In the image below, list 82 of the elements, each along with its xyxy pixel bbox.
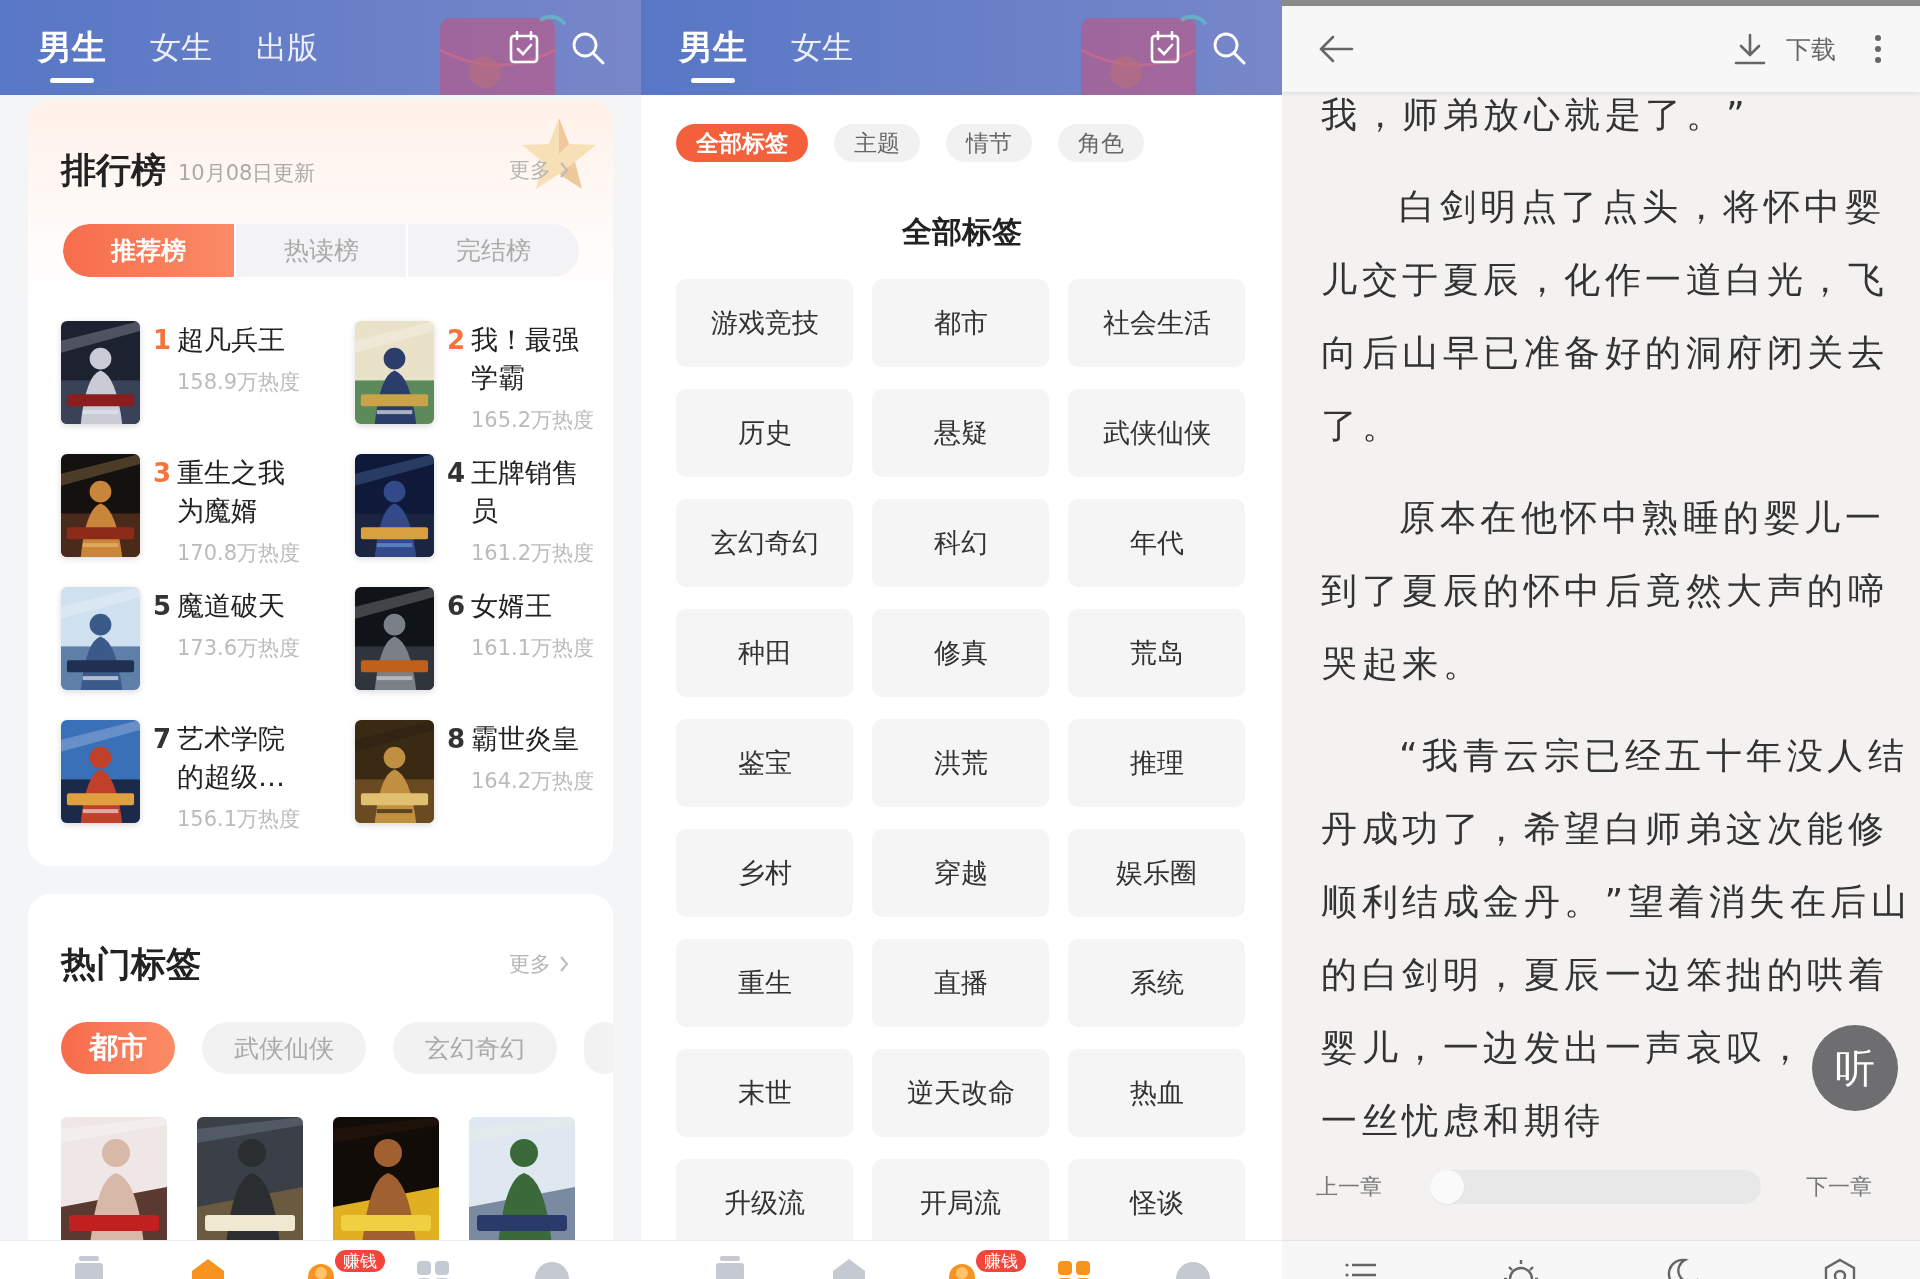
- back-arrow-icon[interactable]: [1318, 34, 1354, 64]
- tag-tile[interactable]: 乡村: [676, 829, 853, 917]
- tag-tile[interactable]: 直播: [872, 939, 1049, 1027]
- search-icon[interactable]: [1212, 30, 1246, 65]
- tag-tile[interactable]: 游戏竞技: [676, 279, 853, 367]
- nav-tab[interactable]: 男生: [679, 0, 747, 95]
- tag-tile[interactable]: 历史: [676, 389, 853, 477]
- tag-tile[interactable]: 推理: [1068, 719, 1245, 807]
- tag-tile[interactable]: 末世: [676, 1049, 853, 1137]
- tag-tile[interactable]: 怪谈: [1068, 1159, 1245, 1240]
- book-popularity: 173.6万热度: [177, 637, 301, 659]
- book-popularity: 156.1万热度: [177, 808, 301, 830]
- book-title[interactable]: 重生之我为魔婿: [177, 454, 299, 530]
- tag-tile[interactable]: 热血: [1068, 1049, 1245, 1137]
- story-paragraph: 原本在他怀中熟睡的婴儿一 到了夏辰的怀中后竟然大声的啼 哭起来。: [1321, 496, 1889, 686]
- tag-tile[interactable]: 系统: [1068, 939, 1245, 1027]
- tag-tile[interactable]: 修真: [872, 609, 1049, 697]
- tag-tile[interactable]: 科幻: [872, 499, 1049, 587]
- more-options-icon[interactable]: [1874, 34, 1882, 64]
- book-title[interactable]: 魔道破天: [177, 587, 299, 625]
- nav-tab[interactable]: 男生: [38, 0, 106, 95]
- tag-tile[interactable]: 洪荒: [872, 719, 1049, 807]
- rank-number: 4: [447, 457, 465, 490]
- book-popularity: 161.1万热度: [471, 637, 595, 659]
- calendar-check-icon[interactable]: [509, 31, 539, 64]
- section-heading: 全部标签: [900, 213, 1023, 251]
- earn-badge[interactable]: 赚钱: [976, 1250, 1027, 1272]
- tag-tile[interactable]: 社会生活: [1068, 279, 1245, 367]
- rank-number: 5: [153, 590, 171, 623]
- previous-chapter-link[interactable]: 上一章: [1316, 1172, 1382, 1202]
- book-title[interactable]: 超凡兵王: [177, 321, 299, 359]
- book-title[interactable]: 我！最强学霸: [471, 321, 593, 397]
- book-title[interactable]: 艺术学院的超级…: [177, 720, 299, 796]
- tag-tile[interactable]: 悬疑: [872, 389, 1049, 477]
- book-popularity: 165.2万热度: [471, 409, 595, 431]
- rank-number: 6: [447, 590, 465, 623]
- calendar-check-icon[interactable]: [1150, 31, 1180, 64]
- tag-tile[interactable]: 逆天改命: [872, 1049, 1049, 1137]
- download-label[interactable]: 下载: [1786, 32, 1836, 66]
- story-text: 一丝忧虑和期待: [1321, 1099, 1605, 1143]
- tag-tile[interactable]: 开局流: [872, 1159, 1049, 1240]
- story-paragraph: 我，师弟放心就是了。”: [1321, 93, 1751, 137]
- filter-chip[interactable]: 情节: [946, 124, 1032, 162]
- progress-thumb[interactable]: [1430, 1170, 1464, 1204]
- listen-button[interactable]: 听: [1812, 1025, 1898, 1111]
- nav-tab[interactable]: 女生: [150, 0, 212, 95]
- book-popularity: 161.2万热度: [471, 542, 595, 564]
- story-paragraph: 白剑明点了点头，将怀中婴 儿交于夏辰，化作一道白光，飞 向后山早已准备好的洞府闭关去 了。: [1321, 185, 1889, 448]
- rank-number: 1: [153, 324, 171, 357]
- section-title: 热门标签: [61, 942, 201, 986]
- filter-chip[interactable]: 主题: [834, 124, 920, 162]
- update-date: 10月08日更新: [178, 160, 316, 187]
- book-title[interactable]: 王牌销售员: [471, 454, 593, 530]
- book-popularity: 170.8万热度: [177, 542, 301, 564]
- download-icon[interactable]: [1734, 33, 1766, 65]
- tag-tile[interactable]: 升级流: [676, 1159, 853, 1240]
- next-chapter-link[interactable]: 下一章: [1806, 1172, 1872, 1202]
- tag-tile[interactable]: 重生: [676, 939, 853, 1027]
- tag-tile[interactable]: 穿越: [872, 829, 1049, 917]
- tag-tile[interactable]: 玄幻奇幻: [676, 499, 853, 587]
- filter-chip[interactable]: 角色: [1058, 124, 1144, 162]
- earn-badge[interactable]: 赚钱: [335, 1250, 386, 1272]
- rank-number: 3: [153, 457, 171, 490]
- rank-number: 2: [447, 324, 465, 357]
- story-paragraph: “我青云宗已经五十年没人结 丹成功了，希望白师弟这次能修 顺利结成金丹。”望着消失在后山 的白剑明，夏辰一边笨拙的哄着: [1321, 734, 1913, 997]
- rank-number: 7: [153, 723, 171, 756]
- book-title[interactable]: 霸世炎皇: [471, 720, 593, 758]
- tag-tile[interactable]: 武侠仙侠: [1068, 389, 1245, 477]
- tag-tile[interactable]: 鉴宝: [676, 719, 853, 807]
- story-text: 婴儿，一边发出一声哀叹，: [1321, 1026, 1807, 1070]
- search-icon[interactable]: [571, 30, 605, 65]
- nav-tab[interactable]: 女生: [791, 0, 853, 95]
- book-popularity: 164.2万热度: [471, 770, 595, 792]
- tag-tile[interactable]: 年代: [1068, 499, 1245, 587]
- book-popularity: 158.9万热度: [177, 371, 301, 393]
- tag-tile[interactable]: 娱乐圈: [1068, 829, 1245, 917]
- tag-tile[interactable]: 都市: [872, 279, 1049, 367]
- tag-tile[interactable]: 种田: [676, 609, 853, 697]
- book-title[interactable]: 女婿王: [471, 587, 593, 625]
- rank-number: 8: [447, 723, 465, 756]
- section-title: 排行榜: [61, 148, 166, 192]
- tag-tile[interactable]: 荒岛: [1068, 609, 1245, 697]
